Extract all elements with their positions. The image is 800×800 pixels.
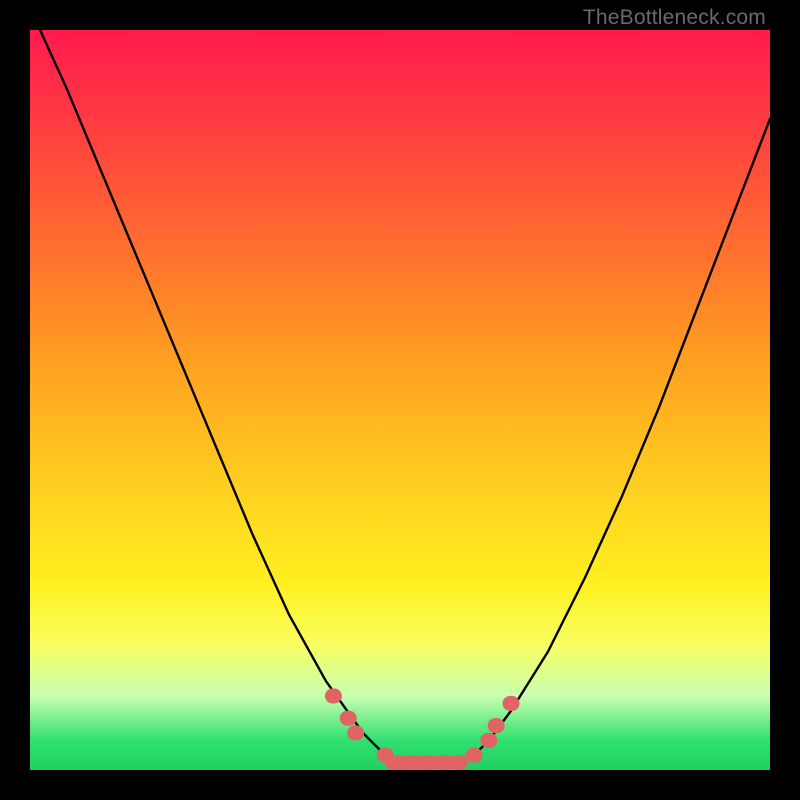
chart-frame: TheBottleneck.com: [0, 0, 800, 800]
marker-group: [325, 689, 519, 770]
attribution-text: TheBottleneck.com: [583, 6, 766, 30]
marker-dot: [503, 696, 519, 710]
curve-svg: [30, 30, 770, 770]
trough-bar: [385, 757, 459, 769]
marker-dot: [348, 726, 364, 740]
marker-dot: [481, 733, 497, 747]
marker-dot: [325, 689, 341, 703]
plot-area: [30, 30, 770, 770]
marker-dot: [466, 748, 482, 762]
marker-dot: [488, 719, 504, 733]
marker-dot: [340, 711, 356, 725]
bottleneck-curve: [30, 8, 770, 763]
